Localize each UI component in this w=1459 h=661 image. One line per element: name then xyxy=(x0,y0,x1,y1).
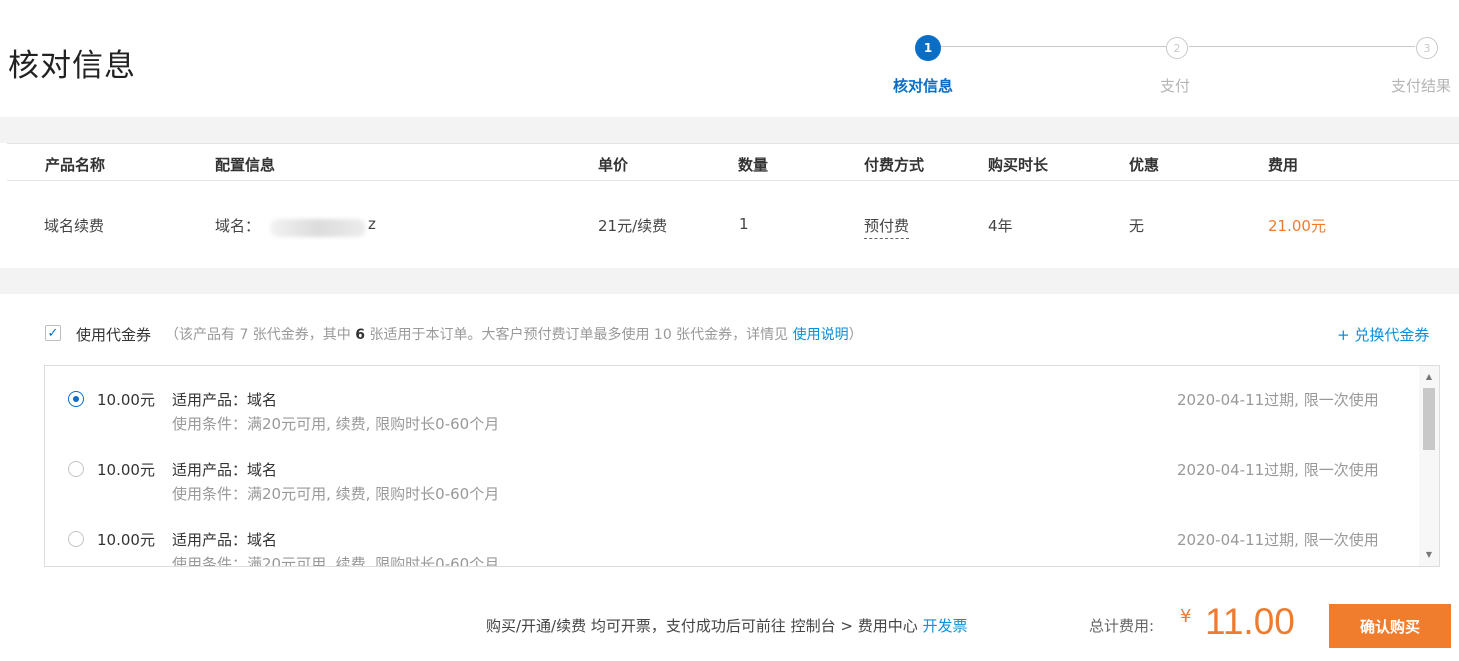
coupon-note-middle: 张适用于本订单。大客户预付费订单最多使用 10 张代金券，详情见 xyxy=(365,327,793,343)
usage-instructions-link[interactable]: 使用说明 xyxy=(793,327,849,343)
coupon-item[interactable]: 10.00元 适用产品：域名 使用条件：满20元可用, 续费, 限购时长0-60… xyxy=(45,436,1417,506)
scroll-up-arrow-icon[interactable]: ▲ xyxy=(1419,368,1439,384)
coupon-expiry: 2020-04-11过期, 限一次使用 xyxy=(1177,461,1379,479)
coupon-amount: 10.00元 xyxy=(97,461,155,479)
col-duration: 购买时长 xyxy=(988,156,1049,174)
step-2-indicator: 2 xyxy=(1166,37,1188,59)
invoice-link[interactable]: 开发票 xyxy=(923,617,968,635)
cell-quantity: 1 xyxy=(739,215,749,233)
scroll-thumb[interactable] xyxy=(1423,388,1435,450)
coupon-note-prefix: （该产品有 7 张代金券，其中 xyxy=(165,327,356,343)
coupon-condition: 使用条件：满20元可用, 续费, 限购时长0-60个月 xyxy=(172,485,500,503)
coupon-radio-selected[interactable] xyxy=(68,391,84,407)
coupon-condition: 使用条件：满20元可用, 续费, 限购时长0-60个月 xyxy=(172,415,500,433)
step-2-label: 支付 xyxy=(1160,77,1191,95)
col-cost: 费用 xyxy=(1268,156,1299,174)
exchange-coupon-link[interactable]: + 兑换代金券 xyxy=(1337,324,1429,345)
col-quantity: 数量 xyxy=(738,156,769,174)
invoice-note: 购买/开通/续费 均可开票，支付成功后可前往 控制台 > 费用中心 开发票 xyxy=(486,615,968,636)
coupon-note-suffix: ） xyxy=(848,327,863,343)
coupon-radio[interactable] xyxy=(68,461,84,477)
cell-unit-price: 21元/续费 xyxy=(598,217,668,235)
section-divider xyxy=(0,268,1459,294)
cell-config: 域名： xyxy=(215,217,261,235)
redacted-domain xyxy=(270,219,366,237)
col-config: 配置信息 xyxy=(215,156,276,174)
col-product-name: 产品名称 xyxy=(45,156,106,174)
check-icon: ✓ xyxy=(47,325,59,341)
coupon-expiry: 2020-04-11过期, 限一次使用 xyxy=(1177,391,1379,409)
currency-symbol: ¥ xyxy=(1180,606,1192,627)
cell-config-suffix: z xyxy=(368,215,376,233)
step-connector xyxy=(940,46,1166,47)
section-divider xyxy=(0,117,1459,143)
coupon-expiry: 2020-04-11过期, 限一次使用 xyxy=(1177,531,1379,549)
confirm-purchase-button[interactable]: 确认购买 xyxy=(1329,604,1451,648)
cell-payment-method[interactable]: 预付费 xyxy=(864,215,910,239)
cell-discount: 无 xyxy=(1129,217,1145,235)
total-amount: 11.00 xyxy=(1205,601,1295,642)
col-payment-method: 付费方式 xyxy=(864,156,925,174)
invoice-note-text: 购买/开通/续费 均可开票，支付成功后可前往 控制台 > 费用中心 xyxy=(486,617,923,635)
coupon-amount: 10.00元 xyxy=(97,391,155,409)
cell-cost: 21.00元 xyxy=(1268,217,1326,235)
col-discount: 优惠 xyxy=(1129,156,1160,174)
total-label: 总计费用: xyxy=(1089,617,1155,635)
step-3-label: 支付结果 xyxy=(1391,77,1452,95)
coupon-product: 适用产品：域名 xyxy=(172,461,278,479)
col-unit-price: 单价 xyxy=(598,156,629,174)
coupon-list: 10.00元 适用产品：域名 使用条件：满20元可用, 续费, 限购时长0-60… xyxy=(44,365,1440,567)
coupon-amount: 10.00元 xyxy=(97,531,155,549)
scroll-down-arrow-icon[interactable]: ▼ xyxy=(1419,546,1439,562)
coupon-note-count: 6 xyxy=(355,327,366,343)
cell-duration: 4年 xyxy=(988,217,1013,235)
step-1-indicator: 1 xyxy=(915,35,941,61)
coupon-title: 使用代金券 xyxy=(76,326,152,344)
step-3-indicator: 3 xyxy=(1416,37,1438,59)
use-coupon-checkbox[interactable]: ✓ xyxy=(45,325,61,341)
step-1-label: 核对信息 xyxy=(893,77,954,95)
coupon-condition: 使用条件：满20元可用, 续费, 限购时长0-60个月 xyxy=(172,555,500,567)
coupon-note: （该产品有 7 张代金券，其中 6 张适用于本订单。大客户预付费订单最多使用 1… xyxy=(165,324,863,344)
coupon-list-scrollbar[interactable]: ▲ ▼ xyxy=(1419,366,1439,566)
coupon-radio[interactable] xyxy=(68,531,84,547)
coupon-product: 适用产品：域名 xyxy=(172,531,278,549)
step-connector xyxy=(1189,46,1415,47)
page-title: 核对信息 xyxy=(8,48,136,84)
coupon-item[interactable]: 10.00元 适用产品：域名 使用条件：满20元可用, 续费, 限购时长0-60… xyxy=(45,506,1417,567)
cell-product: 域名续费 xyxy=(44,217,105,235)
coupon-item[interactable]: 10.00元 适用产品：域名 使用条件：满20元可用, 续费, 限购时长0-60… xyxy=(45,366,1417,436)
coupon-product: 适用产品：域名 xyxy=(172,391,278,409)
